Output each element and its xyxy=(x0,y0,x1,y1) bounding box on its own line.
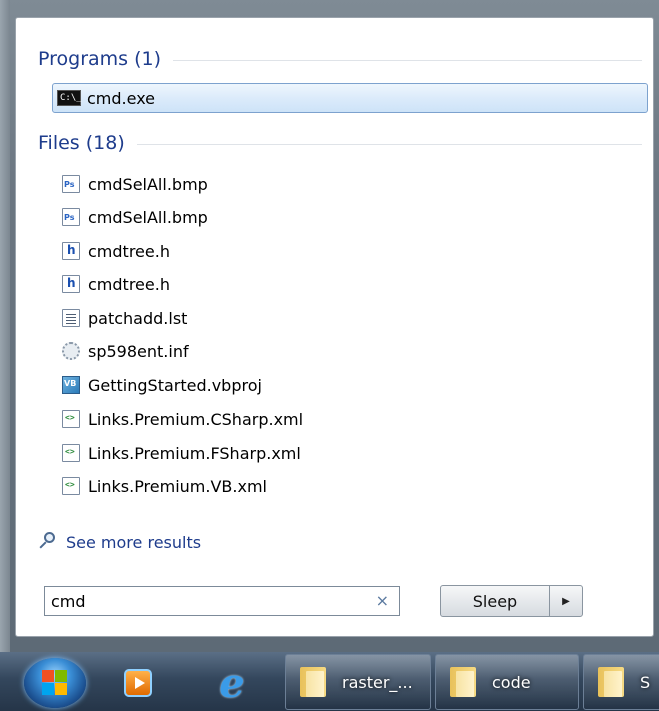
xml-file-icon: <> xyxy=(62,477,80,495)
cmd-icon: C:\_ xyxy=(57,90,82,106)
vb-project-icon: VB xyxy=(62,376,80,394)
photoshop-file-icon: Ps xyxy=(62,208,80,226)
photoshop-file-icon: Ps xyxy=(62,175,80,193)
result-label: cmdSelAll.bmp xyxy=(88,174,208,194)
programs-group-title: Programs (1) xyxy=(38,48,162,70)
settings-file-icon xyxy=(62,342,80,360)
result-label: Links.Premium.FSharp.xml xyxy=(88,443,301,463)
taskbar-button-label: raster_... xyxy=(342,672,413,692)
media-center-icon[interactable] xyxy=(118,658,158,708)
taskbar-button-label: code xyxy=(492,672,531,692)
taskbar-button-label: S xyxy=(640,672,651,692)
result-file[interactable]: VB GettingStarted.vbproj xyxy=(54,370,640,400)
group-divider xyxy=(136,143,642,145)
result-file[interactable]: <> Links.Premium.CSharp.xml xyxy=(54,404,640,434)
folder-icon xyxy=(448,665,478,699)
xml-file-icon: <> xyxy=(62,410,80,428)
result-file[interactable]: h cmdtree.h xyxy=(54,236,640,266)
header-file-icon: h xyxy=(62,242,80,260)
result-cmd-exe[interactable]: C:\_ cmd.exe xyxy=(52,83,648,113)
windows-logo xyxy=(42,670,68,696)
result-file[interactable]: h cmdtree.h xyxy=(54,269,640,299)
result-file[interactable]: Ps cmdSelAll.bmp xyxy=(54,202,640,232)
result-file[interactable]: sp598ent.inf xyxy=(54,336,640,366)
result-label: cmdSelAll.bmp xyxy=(88,207,208,227)
see-more-label: See more results xyxy=(66,532,202,552)
files-group-header: Files (18) xyxy=(38,130,642,156)
power-options-arrow-icon[interactable]: ▶ xyxy=(549,585,583,617)
internet-explorer-icon[interactable]: e xyxy=(206,658,258,708)
search-icon xyxy=(38,532,58,552)
search-input[interactable] xyxy=(51,591,351,611)
frame-edge xyxy=(0,0,10,652)
group-divider xyxy=(173,59,642,61)
result-label: cmdtree.h xyxy=(88,274,170,294)
folder-icon xyxy=(596,665,626,699)
xml-file-icon: <> xyxy=(62,444,80,462)
taskbar-button-code[interactable]: code xyxy=(435,654,579,710)
result-label: cmdtree.h xyxy=(88,241,170,261)
text-file-icon xyxy=(62,309,80,327)
header-file-icon: h xyxy=(62,275,80,293)
result-file[interactable]: patchadd.lst xyxy=(54,303,640,333)
programs-group-header: Programs (1) xyxy=(38,46,642,72)
result-label: sp598ent.inf xyxy=(88,341,189,361)
see-more-results-link[interactable]: See more results xyxy=(38,530,201,554)
result-file[interactable]: <> Links.Premium.VB.xml xyxy=(54,471,640,501)
taskbar-button-third[interactable]: S xyxy=(583,654,659,710)
result-file[interactable]: Ps cmdSelAll.bmp xyxy=(54,169,640,199)
result-file[interactable]: <> Links.Premium.FSharp.xml xyxy=(54,438,640,468)
sleep-button[interactable]: Sleep xyxy=(440,585,550,617)
clear-icon[interactable]: × xyxy=(376,591,389,610)
files-group-title: Files (18) xyxy=(38,132,125,154)
result-label: GettingStarted.vbproj xyxy=(88,375,262,395)
folder-icon xyxy=(298,665,328,699)
result-label: patchadd.lst xyxy=(88,308,188,328)
taskbar-button-raster[interactable]: raster_... xyxy=(285,654,431,710)
search-box[interactable]: × xyxy=(44,586,400,616)
result-label: Links.Premium.VB.xml xyxy=(88,476,267,496)
result-label: Links.Premium.CSharp.xml xyxy=(88,409,304,429)
result-label: cmd.exe xyxy=(87,88,156,108)
start-orb-icon[interactable] xyxy=(24,658,86,708)
search-results-panel: Programs (1) C:\_ cmd.exe Files (18) Ps … xyxy=(15,17,654,637)
